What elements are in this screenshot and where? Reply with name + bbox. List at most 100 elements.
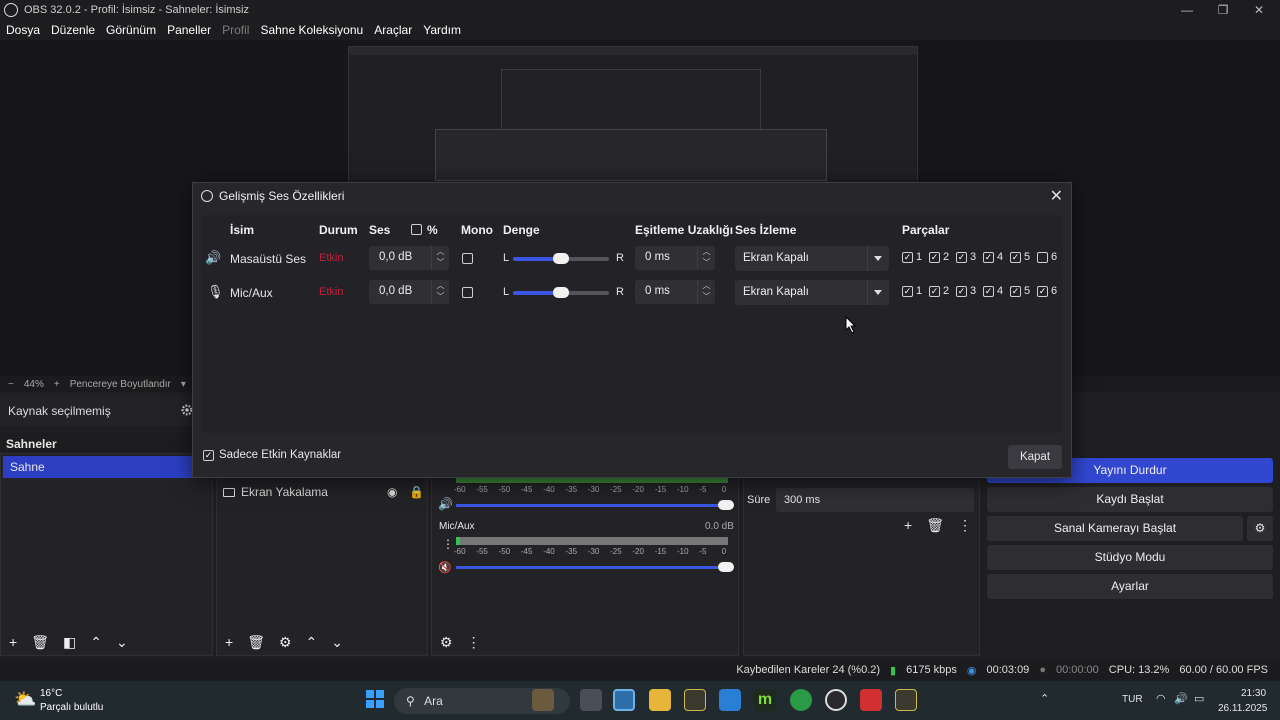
taskbar-app-icon[interactable] (684, 689, 706, 711)
filter-icon[interactable]: ◧ (63, 634, 76, 651)
mono-checkbox[interactable] (462, 253, 473, 264)
menu-view[interactable]: Görünüm (106, 23, 156, 37)
windows-start-icon[interactable] (366, 690, 384, 708)
minimize-button[interactable]: — (1170, 0, 1204, 20)
advanced-audio-icon[interactable]: ⚙ (440, 634, 453, 651)
menu-help[interactable]: Yardım (423, 23, 461, 37)
mic-volume-slider[interactable] (456, 566, 726, 569)
kebab-menu-icon[interactable]: ⋮ (467, 634, 481, 651)
start-recording-button[interactable]: Kaydı Başlat (987, 487, 1273, 512)
duration-spinbox[interactable]: 300 ms (776, 488, 974, 512)
track-checkbox[interactable]: ✓ (1010, 251, 1021, 263)
volume-icon[interactable]: 🔊 (438, 497, 453, 511)
trash-icon[interactable]: 🗑 (31, 634, 49, 651)
track-checkbox[interactable]: ✓ (956, 251, 967, 263)
menu-file[interactable]: Dosya (6, 23, 40, 37)
track-checkbox[interactable]: ✓ (929, 285, 940, 297)
volume-spinbox[interactable]: 0,0 dB ︿ ﹀ (369, 280, 449, 304)
studio-mode-button[interactable]: Stüdyo Modu (987, 545, 1273, 570)
desktop-volume-slider[interactable] (456, 504, 726, 507)
track-1-option[interactable]: ✓ 1 (902, 285, 922, 297)
language-indicator[interactable]: TUR (1122, 694, 1143, 705)
track-checkbox[interactable] (1037, 251, 1048, 263)
track-checkbox[interactable]: ✓ (1010, 285, 1021, 297)
mono-checkbox[interactable] (462, 287, 473, 298)
trash-icon[interactable]: 🗑 (247, 634, 265, 651)
source-row[interactable]: Ekran Yakalama ◉ 🔒 (223, 483, 424, 501)
track-1-option[interactable]: ✓ 1 (902, 251, 922, 263)
add-icon[interactable]: + (9, 634, 17, 650)
close-button[interactable]: Kapat (1008, 445, 1062, 469)
taskbar-obs-icon[interactable] (613, 689, 635, 711)
menu-profile[interactable]: Profil (222, 23, 249, 37)
taskbar-app-icon[interactable] (532, 689, 554, 711)
track-2-option[interactable]: ✓ 2 (929, 251, 949, 263)
track-6-option[interactable]: 6 (1037, 251, 1057, 263)
clock-date[interactable]: 26.11.2025 (1218, 703, 1267, 714)
status-toggle[interactable]: Etkin (319, 252, 343, 264)
zoom-in-button[interactable]: + (54, 379, 60, 390)
chrome-icon[interactable] (790, 689, 812, 711)
menu-docks[interactable]: Paneller (167, 23, 211, 37)
status-toggle[interactable]: Etkin (319, 286, 343, 298)
spin-arrows-icon[interactable]: ︿ ﹀ (697, 246, 715, 270)
track-checkbox[interactable]: ✓ (983, 251, 994, 263)
kebab-menu-icon[interactable]: ⋮ (958, 517, 972, 534)
up-arrow-icon[interactable]: ⌃ (306, 634, 318, 651)
virtual-camera-gear-icon[interactable]: ⚙ (1247, 516, 1273, 541)
scene-item[interactable]: Sahne (3, 456, 199, 478)
settings-button[interactable]: Ayarlar (987, 574, 1273, 599)
balance-knob[interactable] (553, 253, 569, 264)
weather-icon[interactable]: ⛅ (14, 689, 36, 710)
sync-offset-spinbox[interactable]: 0 ms ︿ ﹀ (635, 246, 715, 270)
tray-chevron-icon[interactable]: ⌃ (1040, 692, 1049, 705)
track-checkbox[interactable]: ✓ (956, 285, 967, 297)
add-icon[interactable]: + (225, 634, 233, 650)
obs-icon[interactable] (825, 689, 847, 711)
spin-arrows-icon[interactable]: ︿ ﹀ (697, 280, 715, 304)
taskbar-app-icon[interactable] (895, 689, 917, 711)
add-icon[interactable]: + (904, 517, 912, 534)
taskbar-app-icon[interactable] (580, 689, 602, 711)
eye-icon[interactable]: ◉ (387, 485, 397, 499)
fit-to-window-dropdown[interactable]: Pencereye Boyutlandır (70, 379, 171, 390)
wifi-icon[interactable]: ◠ (1156, 692, 1166, 705)
track-checkbox[interactable]: ✓ (929, 251, 940, 263)
muted-speaker-icon[interactable]: 🔇 (438, 561, 452, 574)
track-6-option[interactable]: ✓ 6 (1037, 285, 1057, 297)
battery-icon[interactable]: ▭ (1194, 692, 1204, 705)
track-2-option[interactable]: ✓ 2 (929, 285, 949, 297)
track-5-option[interactable]: ✓ 5 (1010, 285, 1030, 297)
balance-knob[interactable] (553, 287, 569, 298)
taskbar-app-icon[interactable] (719, 689, 741, 711)
up-arrow-icon[interactable]: ⌃ (90, 634, 102, 651)
maximize-button[interactable]: ❐ (1206, 0, 1240, 20)
menu-edit[interactable]: Düzenle (51, 23, 95, 37)
chevron-down-icon[interactable] (867, 246, 889, 271)
monitoring-select[interactable]: Ekran Kapalı (735, 246, 889, 271)
track-4-option[interactable]: ✓ 4 (983, 285, 1003, 297)
clock-time[interactable]: 21:30 (1241, 688, 1266, 699)
chevron-down-icon[interactable]: ▾ (181, 379, 186, 390)
track-checkbox[interactable]: ✓ (902, 285, 913, 297)
desktop-volume-knob[interactable] (718, 500, 734, 510)
track-checkbox[interactable]: ✓ (902, 251, 913, 263)
active-sources-only-option[interactable]: ✓ Sadece Etkin Kaynaklar (203, 449, 341, 461)
balance-slider[interactable] (513, 253, 609, 264)
active-sources-checkbox[interactable]: ✓ (203, 449, 214, 461)
down-arrow-icon[interactable]: ⌄ (116, 634, 128, 651)
gear-icon[interactable]: ⚙ (279, 634, 292, 651)
monitoring-select[interactable]: Ekran Kapalı (735, 280, 889, 305)
taskbar-app-icon[interactable] (860, 689, 882, 711)
spin-arrows-icon[interactable]: ︿ ﹀ (431, 246, 449, 270)
track-checkbox[interactable]: ✓ (983, 285, 994, 297)
percent-checkbox[interactable] (411, 224, 422, 235)
folder-icon[interactable] (649, 689, 671, 711)
balance-slider[interactable] (513, 287, 609, 298)
start-virtual-camera-button[interactable]: Sanal Kamerayı Başlat (987, 516, 1243, 541)
lock-icon[interactable]: 🔒 (409, 485, 424, 499)
track-checkbox[interactable]: ✓ (1037, 285, 1048, 297)
track-4-option[interactable]: ✓ 4 (983, 251, 1003, 263)
mic-volume-knob[interactable] (718, 562, 734, 572)
speaker-icon[interactable]: 🔊 (1174, 692, 1188, 705)
